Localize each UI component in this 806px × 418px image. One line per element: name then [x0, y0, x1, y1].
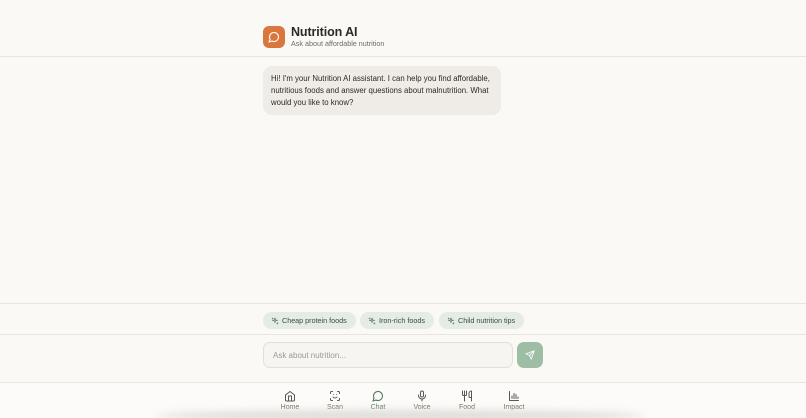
suggestion-chip-label: Iron-rich foods	[379, 316, 425, 325]
send-icon	[525, 350, 535, 360]
message-circle-icon	[268, 32, 279, 43]
app-title: Nutrition AI	[291, 25, 358, 39]
sparkles-icon	[368, 317, 376, 324]
chat-input-container	[263, 342, 513, 368]
suggestion-chip-child-nutrition[interactable]: Child nutrition tips	[439, 312, 525, 329]
mic-icon	[418, 390, 426, 402]
app-subtitle: Ask about affordable nutrition	[291, 39, 385, 48]
sparkles-icon	[271, 317, 279, 324]
app-header: Nutrition AI Ask about affordable nutrit…	[0, 0, 806, 57]
suggestion-chip-label: Cheap protein foods	[282, 316, 347, 325]
utensils-icon	[462, 390, 472, 402]
chat-messages: Hi! I'm your Nutrition AI assistant. I c…	[0, 57, 806, 303]
send-button[interactable]	[517, 342, 543, 368]
suggestion-bar: Cheap protein foods Iron-rich foods Chil…	[0, 303, 806, 335]
bar-chart-icon	[509, 391, 519, 401]
bottom-shadow	[155, 410, 645, 418]
app-logo	[263, 26, 285, 48]
sparkles-icon	[447, 317, 455, 324]
suggestion-chip-iron-rich[interactable]: Iron-rich foods	[360, 312, 434, 329]
suggestion-chip-cheap-protein[interactable]: Cheap protein foods	[263, 312, 356, 329]
message-circle-icon	[372, 391, 383, 402]
suggestion-chip-label: Child nutrition tips	[458, 316, 516, 325]
chat-input[interactable]	[264, 343, 512, 367]
home-icon	[285, 391, 295, 402]
assistant-message: Hi! I'm your Nutrition AI assistant. I c…	[263, 66, 501, 115]
scan-icon	[330, 391, 340, 401]
